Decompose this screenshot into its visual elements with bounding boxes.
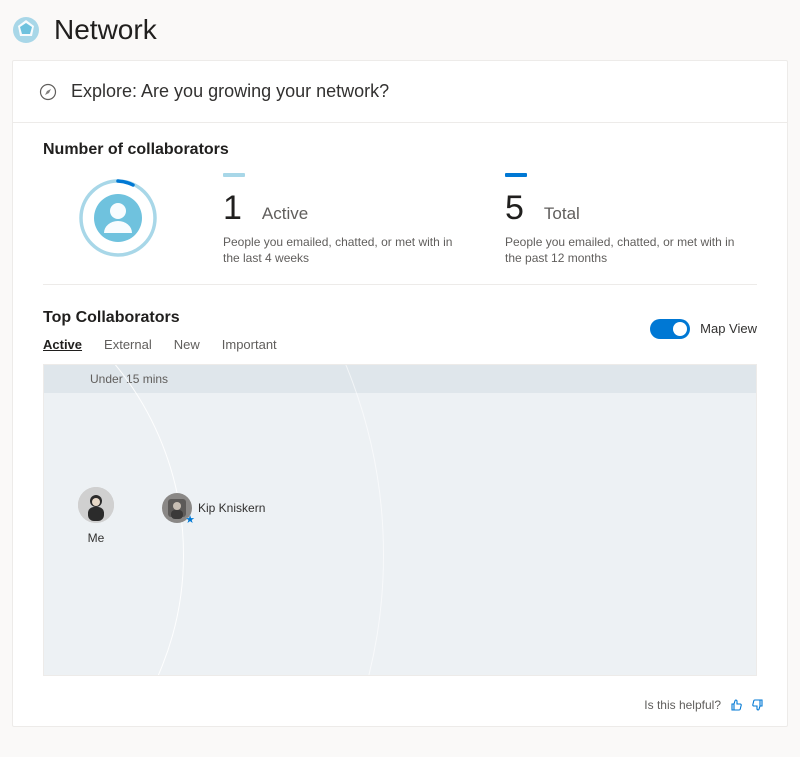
collaborator-ring bbox=[43, 173, 193, 259]
tab-external[interactable]: External bbox=[104, 337, 152, 356]
active-count: 1 bbox=[223, 189, 242, 228]
tab-new[interactable]: New bbox=[174, 337, 200, 356]
tab-active[interactable]: Active bbox=[43, 337, 82, 356]
total-count: 5 bbox=[505, 189, 524, 228]
page-title: Network bbox=[54, 14, 157, 46]
helpful-label: Is this helpful? bbox=[644, 698, 721, 712]
compass-icon bbox=[39, 83, 57, 101]
thumbs-up-icon[interactable] bbox=[729, 698, 743, 712]
network-card: Explore: Are you growing your network? N… bbox=[12, 60, 788, 727]
map-me-node[interactable]: Me bbox=[78, 487, 114, 545]
thumbs-down-icon[interactable] bbox=[751, 698, 765, 712]
total-stat: 5 Total People you emailed, chatted, or … bbox=[505, 173, 757, 266]
total-label: Total bbox=[544, 204, 580, 224]
active-bar bbox=[223, 173, 245, 177]
explore-text: Explore: Are you growing your network? bbox=[71, 81, 389, 102]
active-label: Active bbox=[262, 204, 308, 224]
avatar-contact: ★ bbox=[162, 493, 192, 523]
star-badge-icon: ★ bbox=[185, 513, 195, 526]
tab-important[interactable]: Important bbox=[222, 337, 277, 356]
active-stat: 1 Active People you emailed, chatted, or… bbox=[223, 173, 475, 266]
collaborators-section-title: Number of collaborators bbox=[43, 141, 757, 159]
map-me-label: Me bbox=[78, 531, 114, 545]
active-description: People you emailed, chatted, or met with… bbox=[223, 234, 463, 266]
map-view-label: Map View bbox=[700, 321, 757, 336]
total-description: People you emailed, chatted, or met with… bbox=[505, 234, 745, 266]
top-collaborators-title: Top Collaborators bbox=[43, 309, 277, 327]
tabs: Active External New Important bbox=[43, 337, 277, 356]
contact-name: Kip Kniskern bbox=[198, 501, 265, 515]
explore-row[interactable]: Explore: Are you growing your network? bbox=[13, 61, 787, 123]
map-panel: Under 15 mins Me bbox=[43, 364, 757, 676]
map-contact-node[interactable]: ★ Kip Kniskern bbox=[162, 493, 265, 523]
total-bar bbox=[505, 173, 527, 177]
avatar-me bbox=[78, 487, 114, 523]
map-view-toggle[interactable] bbox=[650, 319, 690, 339]
app-logo-icon bbox=[12, 16, 40, 44]
